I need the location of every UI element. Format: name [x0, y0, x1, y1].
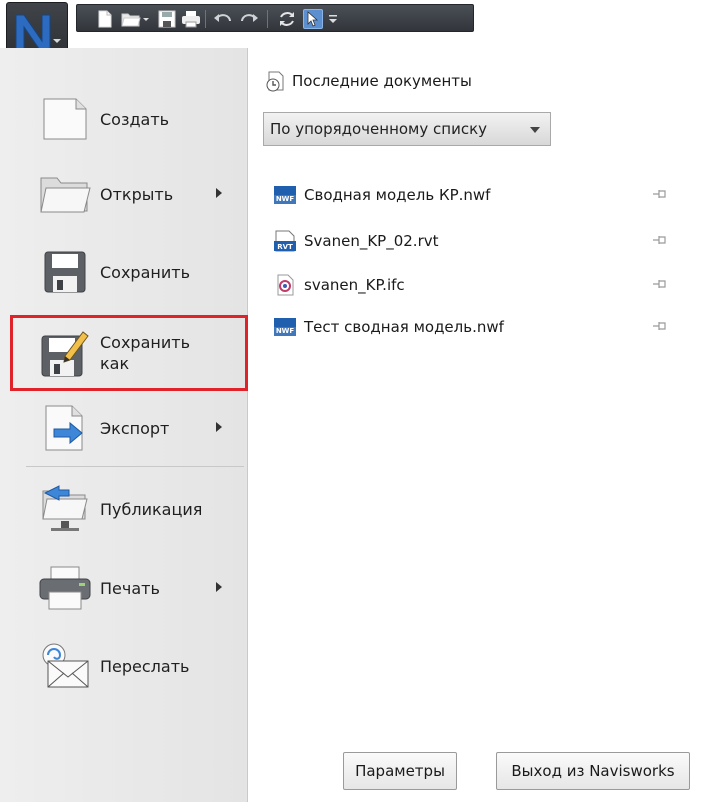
pin-icon[interactable] [652, 278, 668, 290]
recent-documents-title: Последние документы [292, 72, 472, 90]
open-folder-icon[interactable] [121, 9, 141, 29]
publish-icon [36, 480, 94, 538]
submenu-arrow-icon [216, 582, 222, 592]
sort-order-value: По упорядоченному списку [270, 120, 488, 138]
options-button[interactable]: Параметры [343, 752, 457, 790]
recent-file-name: Сводная модель КР.nwf [304, 186, 491, 204]
menu-item-label: Публикация [100, 499, 203, 519]
printer-icon [36, 559, 94, 617]
nwf-file-icon: NWF [272, 316, 298, 338]
recent-file-name: Svanen_KP_02.rvt [304, 232, 439, 250]
open-folder-icon [36, 165, 94, 223]
sort-order-dropdown[interactable]: По упорядоченному списку [263, 112, 551, 146]
menu-item-label: Переслать [100, 656, 190, 676]
quick-access-toolbar [0, 0, 716, 68]
menu-item-save[interactable]: Сохранить [10, 240, 244, 304]
toolbar-separator [267, 10, 268, 28]
recent-documents-panel [249, 48, 716, 802]
menu-item-label: Сохранить [100, 262, 190, 282]
new-file-icon[interactable] [95, 9, 115, 29]
dropdown-caret-icon [530, 127, 540, 133]
menu-item-label: Печать [100, 578, 160, 598]
undo-icon[interactable] [213, 9, 233, 29]
file-type-badge: RVT [277, 243, 293, 251]
menu-item-label: Создать [100, 109, 170, 129]
menu-divider [26, 466, 244, 467]
menu-item-label: Открыть [100, 184, 174, 204]
nwf-file-icon: NWF [272, 184, 298, 206]
print-icon[interactable] [181, 9, 201, 29]
exit-navisworks-button[interactable]: Выход из Navisworks [496, 752, 690, 790]
qat-strip [76, 4, 474, 32]
submenu-arrow-icon [216, 422, 222, 432]
export-icon [36, 399, 94, 457]
pin-icon[interactable] [652, 234, 668, 246]
pin-icon[interactable] [652, 320, 668, 332]
file-type-badge: NWF [276, 327, 295, 335]
highlight-frame [10, 315, 248, 391]
save-disk-icon [36, 243, 94, 301]
menu-item-publish[interactable]: Публикация [10, 477, 244, 541]
file-type-badge: NWF [276, 195, 295, 203]
ifc-file-icon [272, 274, 298, 296]
save-icon[interactable] [157, 9, 177, 29]
customize-toolbar-icon[interactable] [327, 9, 339, 29]
recent-file-item[interactable]: NWF Сводная модель КР.nwf [272, 182, 692, 208]
select-cursor-icon[interactable] [303, 9, 323, 29]
recent-documents-icon [266, 71, 284, 92]
recent-file-name: svanen_KP.ifc [304, 276, 405, 294]
recent-file-name: Тест сводная модель.nwf [304, 318, 504, 336]
recent-documents-header: Последние документы [264, 70, 472, 92]
recent-file-item[interactable]: svanen_KP.ifc [272, 272, 692, 298]
refresh-icon[interactable] [277, 9, 297, 29]
new-document-icon [36, 90, 94, 148]
menu-item-new[interactable]: Создать [10, 87, 244, 151]
pin-icon[interactable] [652, 188, 668, 200]
send-email-icon [36, 637, 94, 695]
recent-file-item[interactable]: RVT Svanen_KP_02.rvt [272, 228, 692, 254]
menu-item-open[interactable]: Открыть [10, 162, 244, 226]
menu-item-label: Экспорт [100, 418, 170, 438]
menu-item-send[interactable]: Переслать [10, 634, 244, 698]
menu-item-print[interactable]: Печать [10, 556, 244, 620]
menu-item-export[interactable]: Экспорт [10, 396, 244, 460]
rvt-file-icon: RVT [272, 230, 298, 252]
recent-file-item[interactable]: NWF Тест сводная модель.nwf [272, 314, 692, 340]
submenu-arrow-icon [216, 188, 222, 198]
redo-icon[interactable] [239, 9, 259, 29]
toolbar-separator [205, 10, 206, 28]
open-dropdown-icon[interactable] [141, 9, 151, 29]
